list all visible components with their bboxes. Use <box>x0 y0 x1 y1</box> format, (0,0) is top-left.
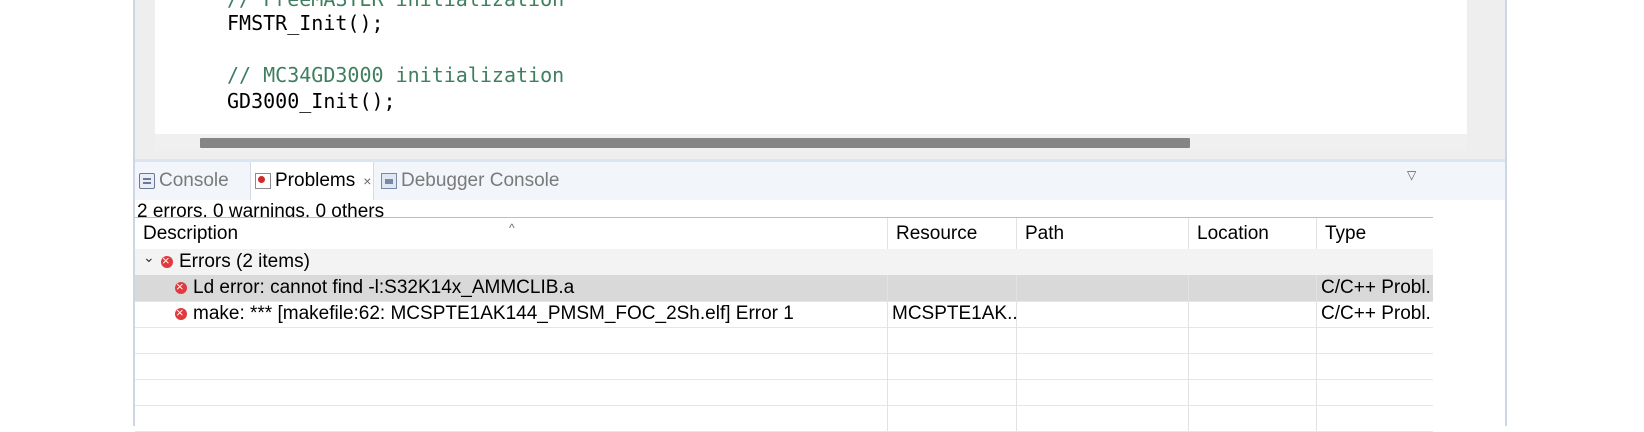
table-row-empty <box>135 405 1433 432</box>
sort-up-icon: ^ <box>509 221 515 235</box>
path-cell <box>1017 275 1189 301</box>
horizontal-scrollbar-thumb[interactable] <box>200 138 1190 148</box>
horizontal-scrollbar[interactable] <box>155 134 1467 151</box>
table-row[interactable]: make: *** [makefile:62: MCSPTE1AK144_PMS… <box>135 301 1433 328</box>
error-icon <box>161 250 173 272</box>
tab-label: Problems <box>275 170 356 191</box>
description-cell: Ld error: cannot find -l:S32K14x_AMMCLIB… <box>175 275 888 301</box>
column-header-type[interactable]: Type <box>1317 218 1433 250</box>
location-cell <box>1189 301 1317 327</box>
column-header-description[interactable]: Description ^ <box>135 218 888 250</box>
code-line: FMSTR_Init(); <box>227 11 384 35</box>
location-cell <box>1189 275 1317 301</box>
column-header-location[interactable]: Location <box>1189 218 1317 250</box>
code-editor[interactable]: // FreeMASTER initialization FMSTR_Init(… <box>155 0 1467 134</box>
view-tab-bar: Console Problems × Debugger Console ▽ <box>135 162 1505 200</box>
table-row-empty <box>135 327 1433 354</box>
error-icon <box>175 302 187 324</box>
debugger-console-icon <box>381 173 397 189</box>
table-row[interactable]: Ld error: cannot find -l:S32K14x_AMMCLIB… <box>135 275 1433 302</box>
table-header: Description ^ Resource Path Location Typ… <box>135 217 1433 250</box>
column-header-resource[interactable]: Resource <box>888 218 1017 250</box>
resource-cell: MCSPTE1AK... <box>888 301 1017 327</box>
tree-group-row[interactable]: ⌄ Errors (2 items) <box>135 249 1433 276</box>
console-icon <box>139 173 155 189</box>
type-cell: C/C++ Probl. <box>1321 303 1431 324</box>
chevron-down-icon[interactable]: ⌄ <box>143 249 155 266</box>
table-row-empty <box>135 353 1433 380</box>
group-label: Errors (2 items) <box>161 249 888 275</box>
tab-console[interactable]: Console <box>139 162 251 200</box>
problems-panel: Console Problems × Debugger Console ▽ 2 … <box>135 159 1505 432</box>
view-menu-chevron-icon[interactable]: ▽ <box>1407 168 1416 182</box>
code-line: GD3000_Init(); <box>227 89 396 113</box>
tab-problems[interactable]: Problems × <box>250 162 374 200</box>
close-icon[interactable]: × <box>363 173 371 189</box>
tab-label: Console <box>159 170 229 191</box>
code-line-comment: // MC34GD3000 initialization <box>227 63 565 87</box>
description-cell: make: *** [makefile:62: MCSPTE1AK144_PMS… <box>175 301 888 327</box>
problems-icon <box>255 173 271 189</box>
type-cell: C/C++ Probl. <box>1321 277 1431 298</box>
tab-debugger-console[interactable]: Debugger Console <box>381 162 571 200</box>
path-cell <box>1017 301 1189 327</box>
column-header-path[interactable]: Path <box>1017 218 1189 250</box>
table-row-empty <box>135 379 1433 406</box>
error-icon <box>175 276 187 298</box>
tab-label: Debugger Console <box>401 170 560 191</box>
resource-cell <box>888 275 1017 301</box>
